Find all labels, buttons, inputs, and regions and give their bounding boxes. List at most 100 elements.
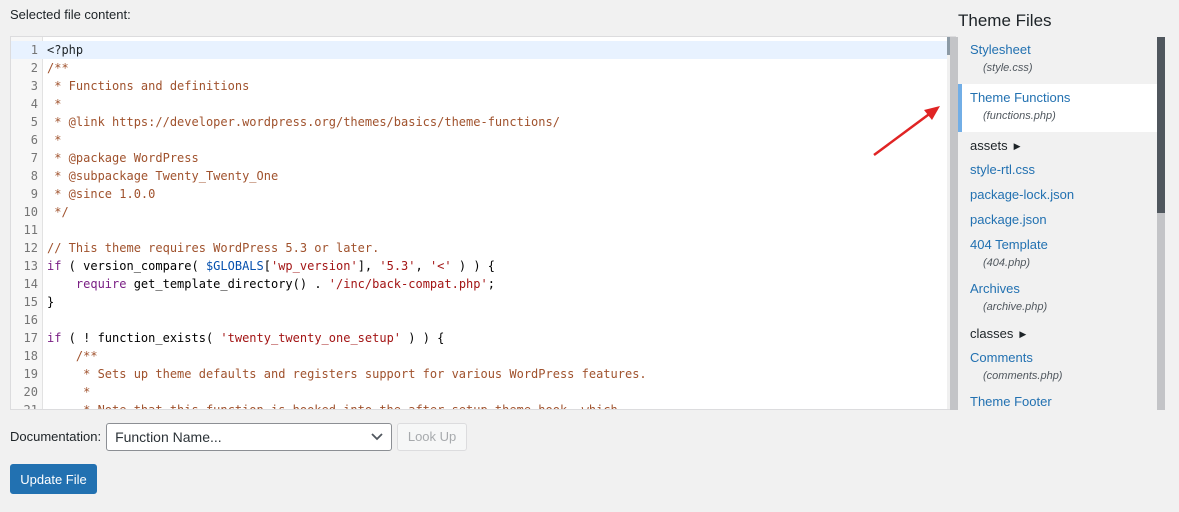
- file-name: (404.php): [983, 257, 1031, 269]
- triangle-right-icon: ▶: [1013, 141, 1021, 151]
- theme-folder-item[interactable]: assets ▶: [958, 137, 1157, 155]
- code-token: require: [47, 277, 127, 291]
- code-token: *: [47, 97, 62, 111]
- folder-label: classes ▶: [970, 326, 1026, 341]
- code-token: ( version_compare(: [61, 259, 206, 273]
- code-token: ) ) {: [401, 331, 445, 345]
- theme-file-item[interactable]: package-lock.json: [958, 187, 1157, 202]
- code-token: * Note that this function is hooked into…: [47, 403, 618, 410]
- code-line[interactable]: 12 // This theme requires WordPress 5.3 o…: [11, 239, 947, 257]
- chevron-down-icon: [371, 430, 383, 444]
- line-number: 8: [30, 169, 38, 183]
- file-link[interactable]: Theme Footer: [970, 394, 1157, 409]
- theme-files-scrollbar-thumb[interactable]: [1157, 37, 1165, 213]
- code-line[interactable]: 9 * @since 1.0.0: [11, 185, 947, 203]
- code-editor[interactable]: 1 <?php 2/** 3 * Functions and definitions 4…: [10, 36, 956, 410]
- code-text: *: [47, 131, 61, 149]
- code-line[interactable]: 8 * @subpackage Twenty_Twenty_One: [11, 167, 947, 185]
- documentation-row: Documentation: Function Name... Look Up: [10, 422, 468, 451]
- code-text: if ( version_compare( $GLOBALS['wp_versi…: [47, 257, 495, 275]
- code-line[interactable]: 10 */: [11, 203, 947, 221]
- code-line[interactable]: 16: [11, 311, 947, 329]
- file-link[interactable]: style-rtl.css: [970, 162, 1157, 177]
- code-line[interactable]: 5 * @link https://developer.wordpress.or…: [11, 113, 947, 131]
- code-line[interactable]: 1 <?php: [11, 41, 947, 59]
- file-link[interactable]: Theme Functions: [970, 90, 1157, 105]
- line-number: 7: [30, 151, 38, 165]
- theme-file-item[interactable]: package.json: [958, 212, 1157, 227]
- file-link[interactable]: 404 Template: [970, 237, 1157, 252]
- line-number: 15: [23, 295, 38, 309]
- code-text: // This theme requires WordPress 5.3 or …: [47, 239, 379, 257]
- code-token: *: [47, 385, 91, 399]
- code-line[interactable]: 2 /**: [11, 59, 947, 77]
- code-content[interactable]: 1 <?php 2/** 3 * Functions and definitions 4…: [11, 41, 947, 410]
- line-number: 9: [30, 187, 38, 201]
- theme-file-item[interactable]: Theme Footer: [958, 394, 1157, 409]
- code-line[interactable]: 15}: [11, 293, 947, 311]
- line-number: 3: [30, 79, 38, 93]
- code-token: }: [47, 295, 55, 309]
- theme-file-item[interactable]: Theme Functions (functions.php): [958, 84, 1157, 132]
- code-line[interactable]: 21 * Note that this function is hooked i…: [11, 401, 947, 410]
- line-number: 14: [23, 277, 38, 291]
- file-link[interactable]: package-lock.json: [970, 187, 1157, 202]
- theme-folder-item[interactable]: classes ▶: [958, 325, 1157, 343]
- code-line[interactable]: 17 if ( ! function_exists( 'twenty_twenty…: [11, 329, 947, 347]
- theme-files-left-scrollbar: [950, 37, 958, 410]
- theme-file-item[interactable]: Stylesheet (style.css): [958, 42, 1157, 74]
- file-link[interactable]: Stylesheet: [970, 42, 1157, 57]
- code-token: 'twenty_twenty_one_setup': [220, 331, 402, 345]
- theme-file-item[interactable]: Comments (comments.php): [958, 350, 1157, 382]
- code-line[interactable]: 20 *: [11, 383, 947, 401]
- code-line[interactable]: 13 if ( version_compare( $GLOBALS['wp_ver…: [11, 257, 947, 275]
- line-number: 13: [23, 259, 38, 273]
- update-file-button[interactable]: Update File: [10, 464, 97, 494]
- code-line[interactable]: 7 * @package WordPress: [11, 149, 947, 167]
- code-token: *: [47, 133, 62, 147]
- function-name-select[interactable]: Function Name...: [106, 422, 393, 451]
- code-token: if: [47, 331, 62, 345]
- file-name: (archive.php): [983, 301, 1048, 313]
- code-text: <?php: [47, 41, 83, 59]
- code-token: '5.3': [379, 259, 416, 273]
- line-number: 5: [30, 115, 38, 129]
- code-text: * Sets up theme defaults and registers s…: [47, 365, 647, 383]
- code-token: ],: [357, 259, 380, 273]
- code-text: * @subpackage Twenty_Twenty_One: [47, 167, 278, 185]
- code-token: * @subpackage Twenty_Twenty_One: [47, 169, 279, 183]
- code-line[interactable]: 3 * Functions and definitions: [11, 77, 947, 95]
- file-link[interactable]: Comments: [970, 350, 1157, 365]
- line-number: 10: [23, 205, 38, 219]
- code-line[interactable]: 19 * Sets up theme defaults and register…: [11, 365, 947, 383]
- line-number: 17: [23, 331, 38, 345]
- code-line[interactable]: 14 require get_template_directory() . '/…: [11, 275, 947, 293]
- line-number: 6: [30, 133, 38, 147]
- code-text: *: [47, 383, 90, 401]
- file-link[interactable]: package.json: [970, 212, 1157, 227]
- theme-files-scrollbar[interactable]: [1157, 37, 1165, 410]
- code-token: <?php: [47, 43, 84, 57]
- theme-file-item[interactable]: 404 Template (404.php): [958, 237, 1157, 269]
- code-line[interactable]: 18 /**: [11, 347, 947, 365]
- code-token: if: [47, 259, 62, 273]
- look-up-button[interactable]: Look Up: [397, 422, 468, 451]
- folder-label: assets ▶: [970, 138, 1021, 153]
- code-token: ) ) {: [451, 259, 495, 273]
- code-token: ;: [487, 277, 495, 291]
- code-line[interactable]: 11: [11, 221, 947, 239]
- code-token: * Sets up theme defaults and registers s…: [47, 367, 647, 381]
- code-line[interactable]: 6 *: [11, 131, 947, 149]
- theme-file-item[interactable]: Archives (archive.php): [958, 281, 1157, 313]
- theme-file-item[interactable]: style-rtl.css: [958, 162, 1157, 177]
- code-text: if ( ! function_exists( 'twenty_twenty_o…: [47, 329, 444, 347]
- code-text: */: [47, 203, 68, 221]
- line-number: 11: [23, 223, 38, 237]
- file-link[interactable]: Archives: [970, 281, 1157, 296]
- theme-files-list[interactable]: Stylesheet (style.css) Theme Functions (fun…: [950, 37, 1165, 410]
- code-token: '<': [429, 259, 452, 273]
- code-line[interactable]: 4 *: [11, 95, 947, 113]
- line-number: 20: [23, 385, 38, 399]
- code-text: }: [47, 293, 54, 311]
- code-token: * @package WordPress: [47, 151, 199, 165]
